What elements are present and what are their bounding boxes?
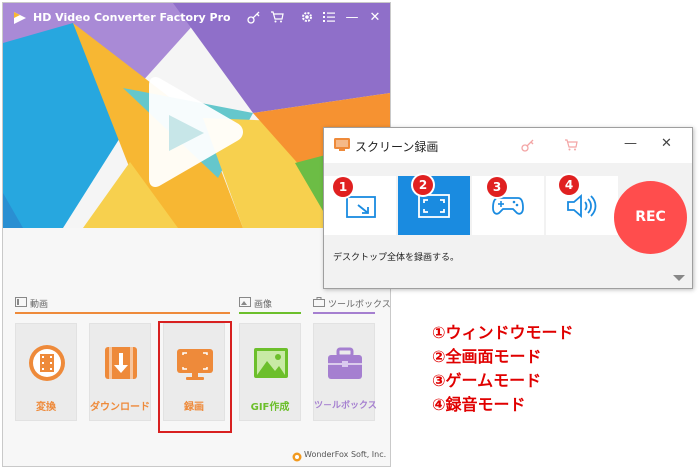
tile-label-toolbox: ツ－ルボックス <box>314 401 377 411</box>
tile-gif[interactable]: GIF作成 <box>239 323 301 421</box>
screen-recorder-window: スクリーン録画 — ✕ 1 2 3 4 REC デスクトップ全体を録画する。 <box>323 127 693 289</box>
image-section-icon <box>239 297 251 307</box>
section-divider-video <box>15 312 230 314</box>
audio-mode-button[interactable] <box>546 176 618 235</box>
legend-audio-mode: ④録音モード <box>432 395 526 414</box>
mode-number-badge: 3 <box>487 177 507 197</box>
app-logo-icon <box>14 12 26 24</box>
recorder-logo-icon <box>334 138 350 151</box>
cart-icon[interactable] <box>269 10 285 26</box>
mode-number-badge: 4 <box>559 175 579 195</box>
video-section-icon <box>15 297 27 307</box>
tile-label-download: ダウンロード <box>90 402 150 413</box>
expand-chevron-icon[interactable] <box>673 275 685 282</box>
tile-convert[interactable]: 変換 <box>15 323 77 421</box>
download-icon <box>105 347 137 379</box>
close-button[interactable]: ✕ <box>367 10 383 26</box>
section-title-video: 動画 <box>30 300 49 310</box>
gear-icon[interactable] <box>299 10 315 26</box>
section-divider-image <box>239 312 301 314</box>
app-title: HD Video Converter Factory Pro <box>33 11 231 24</box>
key-icon[interactable] <box>521 138 535 152</box>
minimize-button[interactable]: — <box>624 136 637 151</box>
tile-label-gif: GIF作成 <box>250 402 290 413</box>
tile-download[interactable]: ダウンロード <box>89 323 151 421</box>
cart-icon[interactable] <box>564 138 578 152</box>
legend-game-mode: ③ゲームモード <box>432 371 542 390</box>
audio-mode-icon <box>567 194 597 218</box>
title-bar: HD Video Converter Factory Pro — ✕ <box>3 3 390 33</box>
toolbox-icon <box>328 347 362 379</box>
section-divider-toolbox <box>313 312 375 314</box>
game-mode-button[interactable] <box>472 176 544 235</box>
rec-button[interactable]: REC <box>614 181 687 254</box>
recorder-title: スクリーン録画 <box>355 140 439 154</box>
game-mode-icon <box>492 197 524 215</box>
wonderfox-logo-icon <box>292 452 302 462</box>
tile-label-convert: 変換 <box>36 402 56 413</box>
fullscreen-mode-button[interactable] <box>398 176 470 235</box>
close-button[interactable]: ✕ <box>661 136 672 151</box>
mode-description: デスクトップ全体を録画する。 <box>333 253 460 263</box>
mode-number-badge: 1 <box>333 177 353 197</box>
record-tile-highlight <box>158 321 232 433</box>
film-reel-icon <box>29 345 65 381</box>
fullscreen-mode-icon <box>418 194 450 218</box>
mode-number-badge: 2 <box>413 175 433 195</box>
image-icon <box>254 348 288 378</box>
recorder-title-bar: スクリーン録画 — ✕ <box>324 128 692 163</box>
minimize-button[interactable]: — <box>344 10 360 26</box>
legend-fullscreen-mode: ②全画面モード <box>432 347 542 366</box>
menu-list-icon[interactable] <box>321 10 337 26</box>
legend-window-mode: ①ウィンドウモード <box>432 323 574 342</box>
toolbox-section-icon <box>313 297 325 307</box>
window-mode-icon <box>346 196 376 218</box>
key-icon[interactable] <box>246 10 262 26</box>
tile-toolbox[interactable]: ツ－ルボックス <box>313 323 377 421</box>
footer-copyright: WonderFox Soft, Inc. <box>304 450 387 459</box>
section-title-image: 画像 <box>254 300 273 310</box>
section-title-toolbox: ツールボックス <box>328 300 391 310</box>
